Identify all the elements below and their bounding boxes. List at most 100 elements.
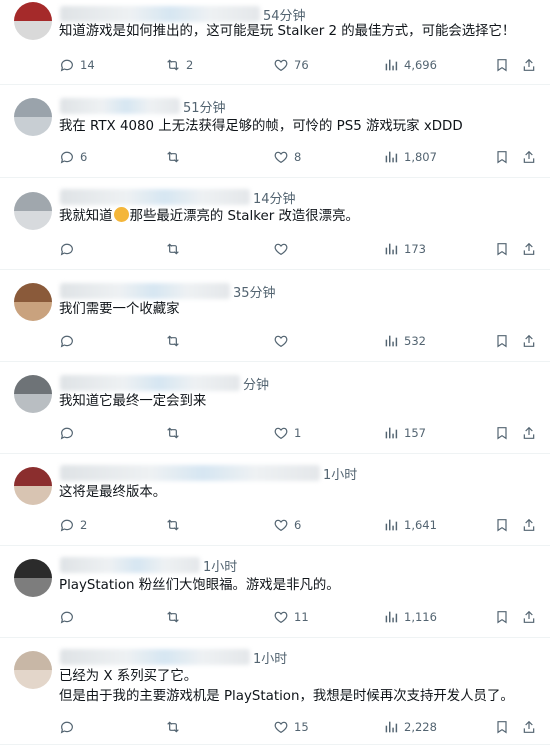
timestamp[interactable]: 14分钟 bbox=[253, 188, 296, 207]
bookmark-icon bbox=[494, 425, 510, 441]
retweet-button[interactable] bbox=[165, 147, 186, 167]
reply-button[interactable] bbox=[59, 239, 80, 259]
like-button[interactable]: 8 bbox=[273, 147, 301, 167]
timestamp[interactable]: 51分钟 bbox=[183, 97, 226, 116]
like-button[interactable]: 15 bbox=[273, 717, 309, 737]
reply-text: 已经为 X 系列买了它。 但是由于我的主要游戏机是 PlayStation，我想是… bbox=[59, 667, 536, 707]
views-button[interactable]: 173 bbox=[383, 239, 426, 259]
reply-text: 这将是最终版本。 bbox=[59, 483, 536, 503]
reply-item[interactable]: 分钟 我知道它最终一定会到来 1 157 bbox=[0, 361, 550, 454]
views-count: 4,696 bbox=[404, 58, 437, 72]
avatar[interactable] bbox=[14, 2, 52, 40]
views-button[interactable]: 1,641 bbox=[383, 515, 437, 535]
views-button[interactable]: 1,807 bbox=[383, 147, 437, 167]
bookmark-button[interactable] bbox=[494, 423, 510, 443]
bookmark-button[interactable] bbox=[494, 717, 510, 737]
share-button[interactable] bbox=[521, 239, 537, 259]
views-button[interactable]: 2,228 bbox=[383, 717, 437, 737]
share-icon bbox=[521, 57, 537, 73]
timestamp[interactable]: 35分钟 bbox=[233, 282, 276, 301]
heart-icon bbox=[273, 609, 294, 625]
views-button[interactable]: 4,696 bbox=[383, 55, 437, 75]
avatar[interactable] bbox=[14, 467, 52, 505]
timestamp[interactable]: 54分钟 bbox=[263, 5, 306, 24]
reply-item[interactable]: 1小时 这将是最终版本。 2 6 1,641 bbox=[0, 453, 550, 546]
blurred-username[interactable] bbox=[60, 465, 320, 481]
reply-button[interactable]: 6 bbox=[59, 147, 87, 167]
reply-button[interactable]: 2 bbox=[59, 515, 87, 535]
views-button[interactable]: 532 bbox=[383, 331, 426, 351]
timestamp[interactable]: 分钟 bbox=[243, 374, 269, 393]
bookmark-button[interactable] bbox=[494, 607, 510, 627]
avatar[interactable] bbox=[14, 651, 52, 689]
bookmark-icon bbox=[494, 517, 510, 533]
reply-button[interactable] bbox=[59, 331, 80, 351]
reply-text-line: 我在 RTX 4080 上无法获得足够的帧，可怜的 PS5 游戏玩家 xDDD bbox=[59, 119, 463, 134]
blurred-username[interactable] bbox=[60, 6, 260, 22]
share-button[interactable] bbox=[521, 331, 537, 351]
views-button[interactable]: 157 bbox=[383, 423, 426, 443]
blurred-username[interactable] bbox=[60, 375, 240, 391]
like-button[interactable]: 11 bbox=[273, 607, 309, 627]
reply-button[interactable]: 14 bbox=[59, 55, 95, 75]
like-button[interactable]: 1 bbox=[273, 423, 301, 443]
speech-bubble-icon bbox=[59, 719, 80, 735]
like-button[interactable]: 76 bbox=[273, 55, 309, 75]
timestamp[interactable]: 1小时 bbox=[253, 648, 287, 667]
retweet-button[interactable] bbox=[165, 607, 186, 627]
like-button[interactable] bbox=[273, 331, 294, 351]
retweet-button[interactable] bbox=[165, 239, 186, 259]
share-button[interactable] bbox=[521, 423, 537, 443]
retweet-button[interactable] bbox=[165, 423, 186, 443]
action-bar: 15 2,228 bbox=[59, 717, 537, 737]
retweet-button[interactable] bbox=[165, 515, 186, 535]
blurred-username[interactable] bbox=[60, 189, 250, 205]
avatar[interactable] bbox=[14, 283, 52, 321]
bookmark-icon bbox=[494, 719, 510, 735]
avatar[interactable] bbox=[14, 375, 52, 413]
reply-item[interactable]: 35分钟 我们需要一个收藏家 532 bbox=[0, 269, 550, 362]
avatar[interactable] bbox=[14, 192, 52, 230]
speech-bubble-icon bbox=[59, 517, 80, 533]
heart-icon bbox=[273, 241, 294, 257]
heart-icon bbox=[273, 149, 294, 165]
timestamp[interactable]: 1小时 bbox=[323, 464, 357, 483]
avatar[interactable] bbox=[14, 98, 52, 136]
reply-button[interactable] bbox=[59, 717, 80, 737]
share-button[interactable] bbox=[521, 55, 537, 75]
reply-item[interactable]: 1小时 已经为 X 系列买了它。 但是由于我的主要游戏机是 PlayStation，… bbox=[0, 637, 550, 745]
reply-item[interactable]: 14分钟 我就知道 那些最近漂亮的 Stalker 改造很漂亮。 173 bbox=[0, 177, 550, 270]
views-count: 1,807 bbox=[404, 150, 437, 164]
heart-icon bbox=[273, 333, 294, 349]
blurred-username[interactable] bbox=[60, 649, 250, 665]
retweet-icon bbox=[165, 57, 186, 73]
bookmark-button[interactable] bbox=[494, 147, 510, 167]
reply-item[interactable]: 51分钟我在 RTX 4080 上无法获得足够的帧，可怜的 PS5 游戏玩家 x… bbox=[0, 84, 550, 178]
bookmark-button[interactable] bbox=[494, 515, 510, 535]
reply-item[interactable]: 1小时 PlayStation 粉丝们大饱眼福。游戏是非凡的。 11 1,116 bbox=[0, 545, 550, 638]
share-button[interactable] bbox=[521, 147, 537, 167]
share-button[interactable] bbox=[521, 607, 537, 627]
bookmark-button[interactable] bbox=[494, 331, 510, 351]
retweet-button[interactable] bbox=[165, 717, 186, 737]
retweet-icon bbox=[165, 333, 186, 349]
timestamp[interactable]: 1小时 bbox=[203, 556, 237, 575]
retweet-button[interactable] bbox=[165, 331, 186, 351]
bookmark-button[interactable] bbox=[494, 239, 510, 259]
blurred-username[interactable] bbox=[60, 283, 230, 299]
reply-item[interactable]: 54分钟 知道游戏是如何推出的，这可能是玩 Stalker 2 的最佳方式，可能会… bbox=[0, 0, 550, 85]
reply-header: 1小时 bbox=[60, 463, 357, 483]
share-button[interactable] bbox=[521, 515, 537, 535]
views-button[interactable]: 1,116 bbox=[383, 607, 437, 627]
like-button[interactable]: 6 bbox=[273, 515, 301, 535]
blurred-username[interactable] bbox=[60, 98, 180, 114]
reply-button[interactable] bbox=[59, 423, 80, 443]
like-button[interactable] bbox=[273, 239, 294, 259]
retweet-button[interactable]: 2 bbox=[165, 55, 193, 75]
bookmark-button[interactable] bbox=[494, 55, 510, 75]
blurred-username[interactable] bbox=[60, 557, 200, 573]
reply-button[interactable] bbox=[59, 607, 80, 627]
retweet-count: 2 bbox=[186, 58, 194, 72]
share-button[interactable] bbox=[521, 717, 537, 737]
avatar[interactable] bbox=[14, 559, 52, 597]
